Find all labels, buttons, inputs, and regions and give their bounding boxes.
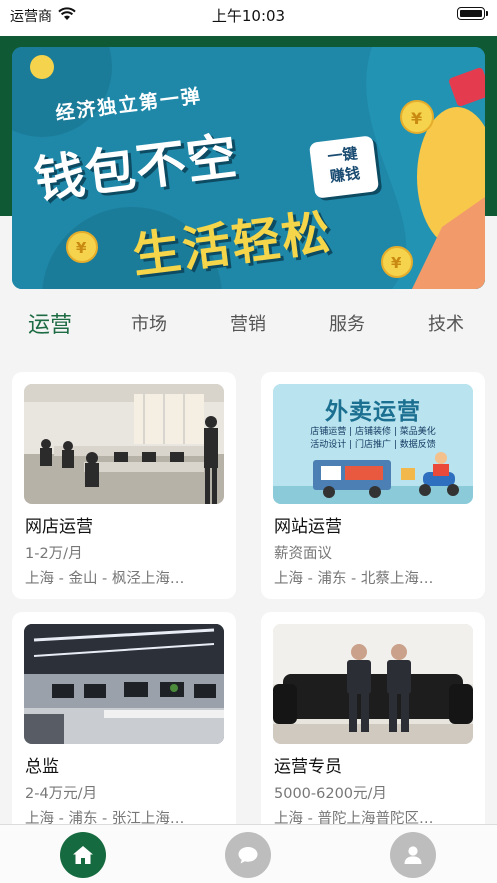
- tab-operations[interactable]: 运营: [10, 307, 90, 339]
- clock: 上午10:03: [211, 7, 286, 25]
- job-card[interactable]: 运营专员 5000-6200元/月 上海 - 普陀上海普陀区…: [261, 612, 485, 839]
- promo-banner[interactable]: ¥ ¥ ¥ 经济独立第一弹 钱包不空 生活轻松 一键 赚钱: [12, 47, 485, 289]
- job-title: 运营专员: [274, 757, 342, 777]
- svg-text:¥: ¥: [411, 109, 422, 128]
- bottom-tab-bar: [0, 824, 497, 883]
- job-title: 网店运营: [25, 517, 93, 537]
- category-tabs: 运营 市场 营销 服务 技术: [0, 310, 497, 350]
- illustration-heading: 外卖运营: [325, 399, 421, 425]
- chat-icon: [238, 847, 258, 864]
- home-icon: [73, 846, 93, 864]
- job-salary: 1-2万/月: [25, 546, 83, 562]
- illustration-services-row-2: 活动设计 | 门店推广 | 数据反馈: [310, 440, 436, 450]
- job-salary: 5000-6200元/月: [274, 786, 387, 802]
- battery-icon: [457, 7, 488, 20]
- job-card[interactable]: 外卖运营 店铺运营 | 店铺装修 | 菜品美化 活动设计 | 门店推广 | 数据…: [261, 372, 485, 599]
- job-card[interactable]: 总监 2-4万元/月 上海 - 浦东 - 张江上海…: [12, 612, 236, 839]
- job-card[interactable]: 网店运营 1-2万/月 上海 - 金山 - 枫泾上海…: [12, 372, 236, 599]
- tab-market[interactable]: 市场: [109, 310, 189, 336]
- status-bar: 运营商 上午10:03: [0, 0, 497, 36]
- illustration-services-row-1: 店铺运营 | 店铺装修 | 菜品美化: [310, 427, 436, 437]
- home-tab-button[interactable]: [60, 832, 106, 878]
- job-salary: 薪资面议: [274, 546, 332, 562]
- job-location: 上海 - 金山 - 枫泾上海…: [25, 571, 185, 587]
- tab-service[interactable]: 服务: [307, 310, 387, 336]
- messages-tab-button[interactable]: [225, 832, 271, 878]
- open-office-photo: [24, 624, 224, 744]
- tab-tech[interactable]: 技术: [406, 310, 486, 336]
- tab-marketing[interactable]: 营销: [208, 310, 288, 336]
- job-title: 总监: [25, 757, 59, 777]
- takeout-operation-illustration: 外卖运营 店铺运营 | 店铺装修 | 菜品美化 活动设计 | 门店推广 | 数据…: [273, 384, 473, 504]
- office-meeting-photo: [24, 384, 224, 504]
- two-men-on-sofa-photo: [273, 624, 473, 744]
- job-location: 上海 - 浦东 - 北蔡上海…: [274, 571, 434, 587]
- profile-tab-button[interactable]: [390, 832, 436, 878]
- job-title: 网站运营: [274, 517, 342, 537]
- job-salary: 2-4万元/月: [25, 786, 98, 802]
- profile-icon: [404, 846, 422, 864]
- svg-text:¥: ¥: [76, 239, 87, 257]
- svg-text:¥: ¥: [391, 254, 402, 272]
- banner-badge: 一键 赚钱: [308, 135, 380, 199]
